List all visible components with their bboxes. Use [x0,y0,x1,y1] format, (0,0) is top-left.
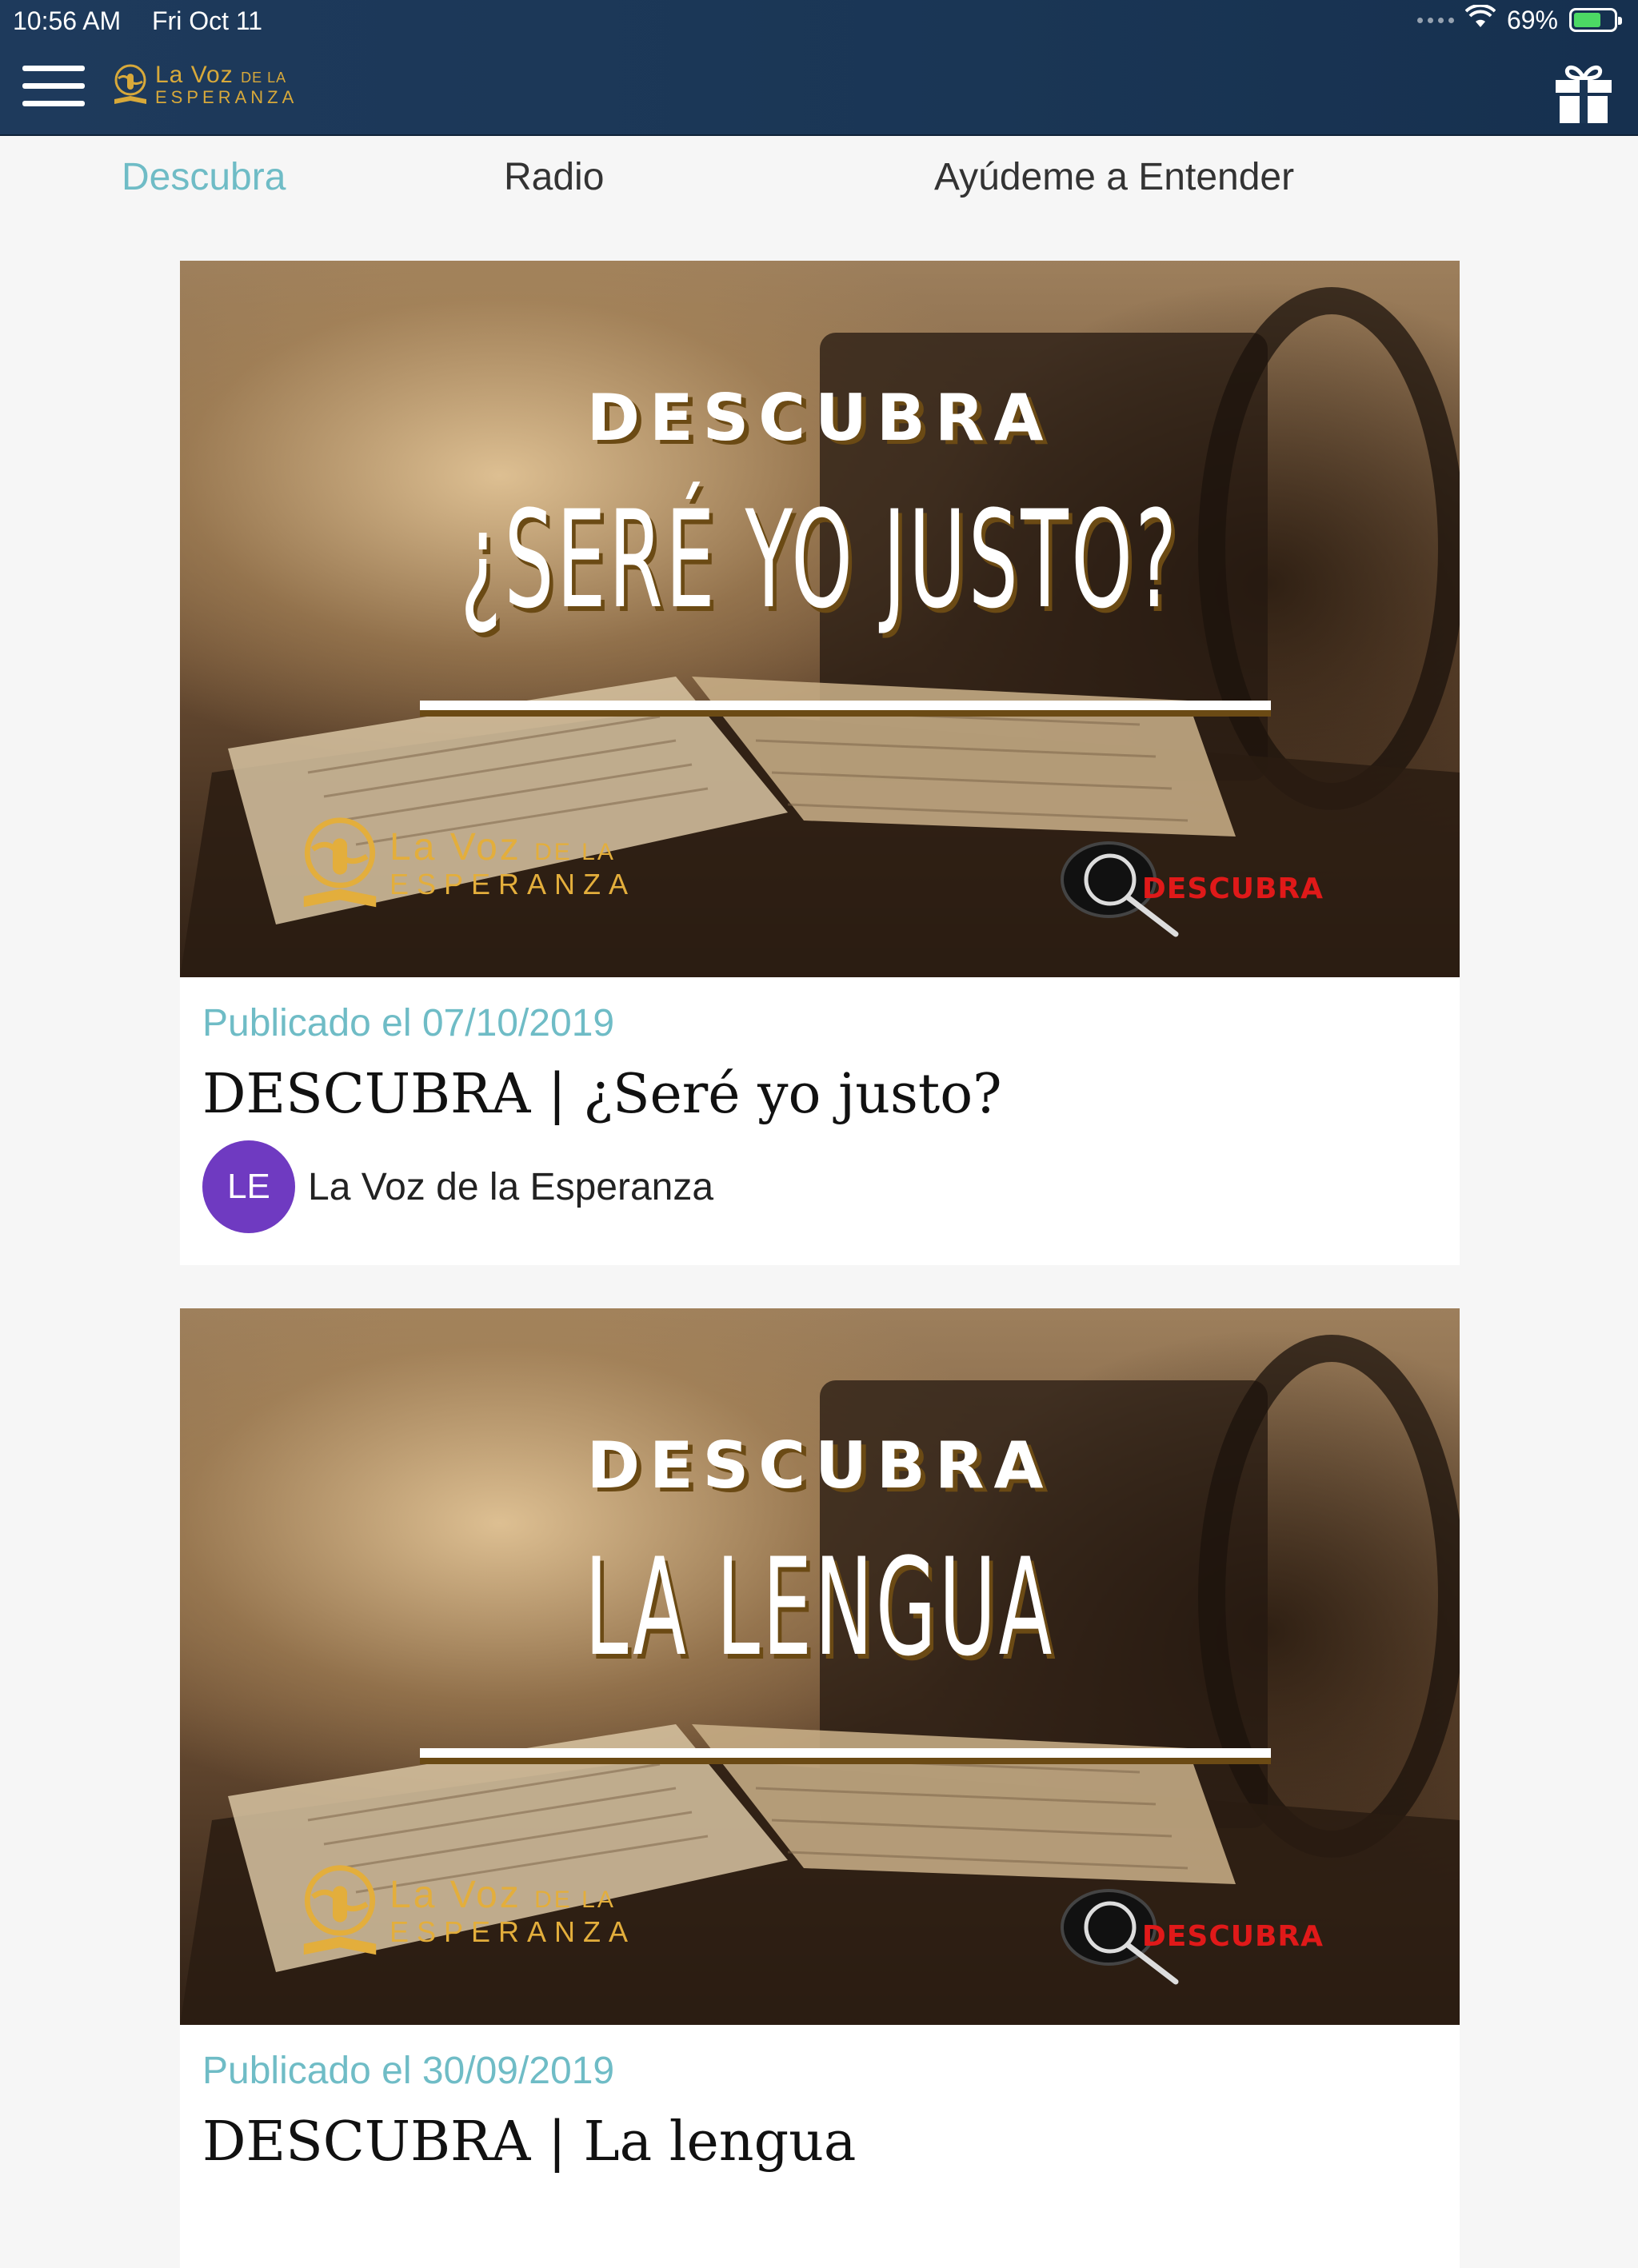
signal-dots-icon [1416,17,1454,23]
thumbnail-logo-line1: La Voz [390,826,521,868]
thumbnail-title: LA LENGUA [585,1529,1055,1686]
thumbnail-logo-line2: ESPERANZA [390,868,637,900]
thumbnail-logo: La Voz DE LA ESPERANZA [298,813,636,915]
app-header: 10:56 AM Fri Oct 11 69% La Voz DE LA ESP… [0,0,1638,136]
published-date: Publicado el 30/09/2019 [202,2050,615,2092]
menu-button[interactable] [22,66,86,114]
thumbnail-logo-small: DE LA [534,1887,616,1913]
thumbnail-divider [420,1748,1271,1758]
status-indicators: 69% [1416,3,1622,35]
thumbnail-kicker: DESCUBRA [586,1428,1053,1503]
post-title[interactable]: DESCUBRA | La lengua [202,2110,1437,2174]
thumbnail-kicker: DESCUBRA [586,381,1053,455]
battery-level-fill [1574,13,1601,27]
descubra-badge: DESCUBRA [1059,837,1324,940]
tab-descubra[interactable]: Descubra [122,155,286,199]
post-thumbnail[interactable]: DESCUBRA ¿SERÉ YO JUSTO? La Voz DE LA ES… [180,261,1460,977]
thumbnail-logo-line2: ESPERANZA [390,1915,637,1948]
post-title[interactable]: DESCUBRA | ¿Seré yo justo? [202,1063,1437,1126]
status-bar: 10:56 AM Fri Oct 11 69% [0,0,1638,42]
battery-icon [1569,8,1622,32]
descubra-badge: DESCUBRA [1059,1884,1324,1988]
logo-text-line2: ESPERANZA [155,87,298,107]
post-author: LE La Voz de la Esperanza [202,1140,1437,1233]
globe-bible-icon [114,64,146,104]
gift-button[interactable] [1553,61,1614,129]
avatar: LE [202,1140,295,1233]
badge-text: DESCUBRA [1141,872,1324,905]
app-logo: La Voz DE LA ESPERANZA [112,62,298,107]
post-thumbnail[interactable]: DESCUBRA LA LENGUA La Voz DE LA ESPERANZ… [180,1308,1460,2025]
thumbnail-title: ¿SERÉ YO JUSTO? [460,481,1180,638]
post-card[interactable]: DESCUBRA ¿SERÉ YO JUSTO? La Voz DE LA ES… [180,261,1460,1265]
thumbnail-logo-line1: La Voz [390,1874,521,1916]
tab-bar: Descubra Radio Ayúdeme a Entender [0,138,1638,226]
status-time: 10:56 AM [13,6,122,35]
author-name: La Voz de la Esperanza [308,1165,714,1208]
globe-bible-icon [303,817,377,908]
badge-text: DESCUBRA [1141,1919,1324,1953]
wifi-icon [1464,3,1496,35]
thumbnail-logo: La Voz DE LA ESPERANZA [298,1860,636,1963]
post-card[interactable]: DESCUBRA LA LENGUA La Voz DE LA ESPERANZ… [180,1308,1460,2268]
battery-percent: 69% [1506,5,1558,34]
status-date: Fri Oct 11 [152,6,263,35]
tab-radio[interactable]: Radio [504,155,604,199]
published-date: Publicado el 07/10/2019 [202,1002,615,1044]
thumbnail-divider [420,701,1271,710]
thumbnail-logo-small: DE LA [534,839,616,865]
globe-bible-icon [303,1865,377,1955]
logo-text-line1: La Voz [155,62,234,88]
logo-text-small: DE LA [241,70,287,86]
gift-icon [1556,66,1612,123]
tab-ayudeme-a-entender[interactable]: Ayúdeme a Entender [934,155,1294,199]
